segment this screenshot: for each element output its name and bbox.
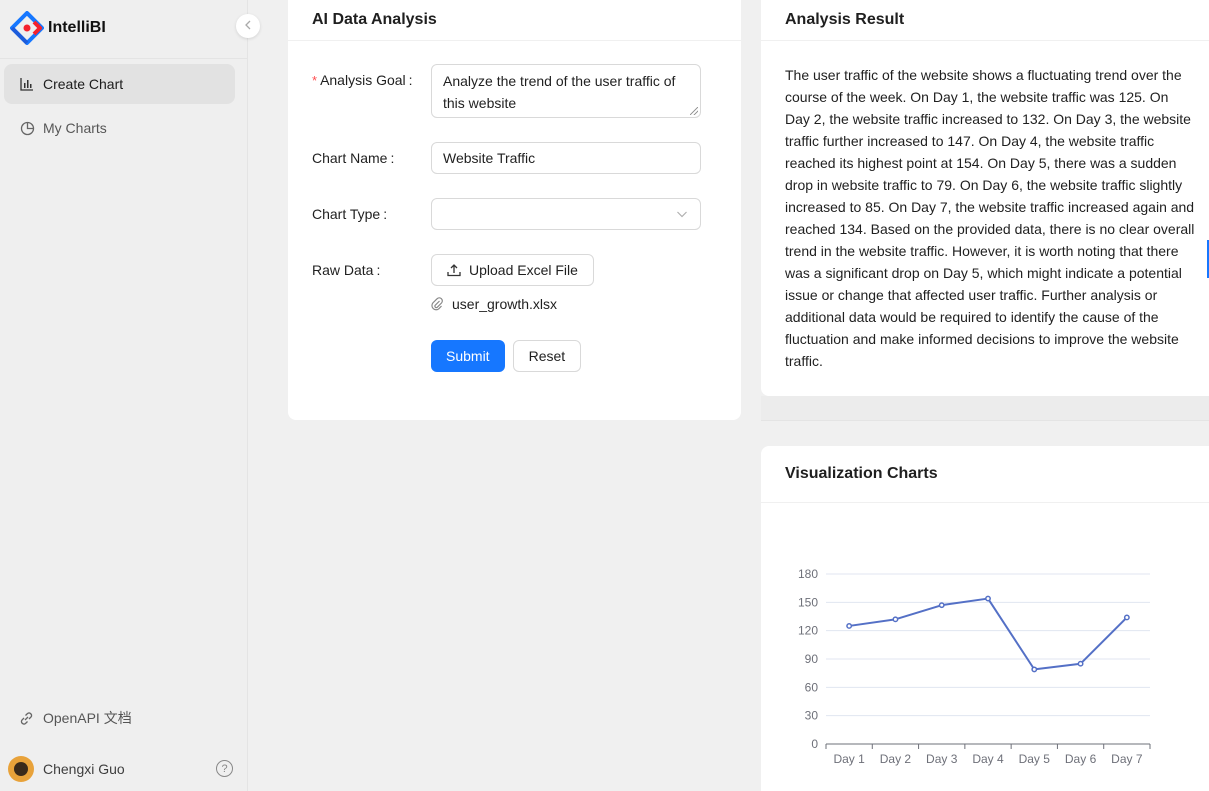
question-circle-icon[interactable]: ?	[216, 760, 233, 777]
chart-name-label: Chart Name:	[312, 150, 395, 166]
x-tick-label: Day 3	[926, 752, 958, 766]
data-point	[892, 616, 899, 623]
reset-button[interactable]: Reset	[512, 340, 582, 372]
analysis-goal-label: * Analysis Goal:	[312, 72, 413, 88]
analysis-form-card: AI Data Analysis * Analysis Goal: Analyze…	[288, 0, 741, 420]
section-divider	[761, 396, 1209, 421]
user-profile[interactable]: Chengxi Guo ?	[8, 756, 238, 782]
avatar	[8, 756, 34, 782]
x-tick-label: Day 1	[833, 752, 865, 766]
openapi-docs-link[interactable]: OpenAPI 文档	[18, 708, 132, 728]
x-tick-label: Day 4	[972, 752, 1004, 766]
data-point	[1031, 666, 1038, 673]
form-actions: Submit Reset	[431, 340, 582, 372]
chevron-down-icon	[676, 207, 688, 223]
raw-data-label: Raw Data:	[312, 262, 381, 278]
bar-chart-icon	[19, 76, 35, 92]
submit-button[interactable]: Submit	[431, 340, 505, 372]
intellibi-logo-icon	[10, 11, 44, 45]
resize-handle[interactable]	[690, 107, 698, 115]
sidebar-item-label: My Charts	[43, 120, 107, 136]
chart-name-input[interactable]: Website Traffic	[431, 142, 701, 174]
user-name: Chengxi Guo	[43, 761, 125, 777]
x-tick-label: Day 7	[1111, 752, 1143, 766]
chart-type-select[interactable]	[431, 198, 701, 230]
app-name: IntelliBI	[48, 19, 106, 36]
chevron-left-icon	[244, 19, 252, 33]
sidebar-item-create-chart[interactable]: Create Chart	[4, 64, 235, 104]
chart-name-row: Chart Name: Website Traffic	[312, 142, 701, 174]
x-tick-label: Day 5	[1019, 752, 1051, 766]
analysis-result-card: Analysis Result The user traffic of the …	[761, 0, 1209, 396]
data-point	[1077, 660, 1084, 667]
visualization-card-title: Visualization Charts	[761, 446, 1209, 503]
analysis-result-text: The user traffic of the website shows a …	[785, 67, 1195, 369]
form-card-title: AI Data Analysis	[288, 0, 741, 41]
collapse-sidebar-button[interactable]	[236, 14, 260, 38]
x-tick-label: Day 6	[1065, 752, 1097, 766]
visualization-card: Visualization Charts 0 30 60 90 120 150 180 Day…	[761, 446, 1209, 791]
y-tick-label: 30	[805, 709, 819, 723]
link-icon	[18, 710, 34, 726]
uploaded-file-item[interactable]: user_growth.xlsx	[431, 296, 594, 312]
y-tick-label: 150	[798, 595, 818, 609]
upload-area: Upload Excel File user_growth.xlsx	[431, 254, 594, 312]
chart-type-row: Chart Type:	[312, 198, 701, 230]
sidebar-item-label: Create Chart	[43, 76, 124, 92]
y-tick-label: 90	[805, 652, 819, 666]
upload-button-label: Upload Excel File	[469, 262, 578, 278]
data-point	[938, 602, 945, 609]
sidebar-divider	[0, 58, 247, 59]
y-tick-label: 120	[798, 624, 818, 638]
sidebar-item-my-charts[interactable]: My Charts	[4, 108, 235, 148]
upload-icon	[447, 263, 461, 277]
line-chart: 0 30 60 90 120 150 180 Day 1 Day 2 Day 3 Day 4 Day …	[798, 567, 1151, 766]
y-tick-label: 0	[811, 737, 818, 751]
y-tick-label: 180	[798, 567, 818, 581]
analysis-goal-textarea[interactable]: Analyze the trend of the user traffic of…	[431, 64, 701, 118]
result-card-title: Analysis Result	[761, 0, 1209, 41]
chart-type-label: Chart Type:	[312, 206, 388, 222]
app-logo[interactable]: IntelliBI	[10, 11, 106, 45]
pie-chart-icon	[19, 120, 35, 136]
uploaded-file-name: user_growth.xlsx	[452, 296, 558, 312]
data-point	[1123, 614, 1130, 621]
sidebar: IntelliBI Create Chart My Charts OpenAPI…	[0, 0, 248, 791]
y-tick-label: 60	[805, 680, 819, 694]
analysis-goal-row: * Analysis Goal: Analyze the trend of the…	[312, 64, 701, 118]
raw-data-row: Raw Data: Upload Excel File user_growth.…	[312, 254, 594, 312]
upload-excel-button[interactable]: Upload Excel File	[431, 254, 594, 286]
openapi-docs-label: OpenAPI 文档	[43, 710, 132, 726]
data-point	[846, 622, 853, 629]
required-mark: *	[312, 73, 318, 88]
analysis-goal-value: Analyze the trend of the user traffic of…	[443, 73, 676, 111]
data-point	[985, 595, 991, 602]
x-tick-label: Day 2	[880, 752, 912, 766]
paperclip-icon	[431, 297, 443, 311]
